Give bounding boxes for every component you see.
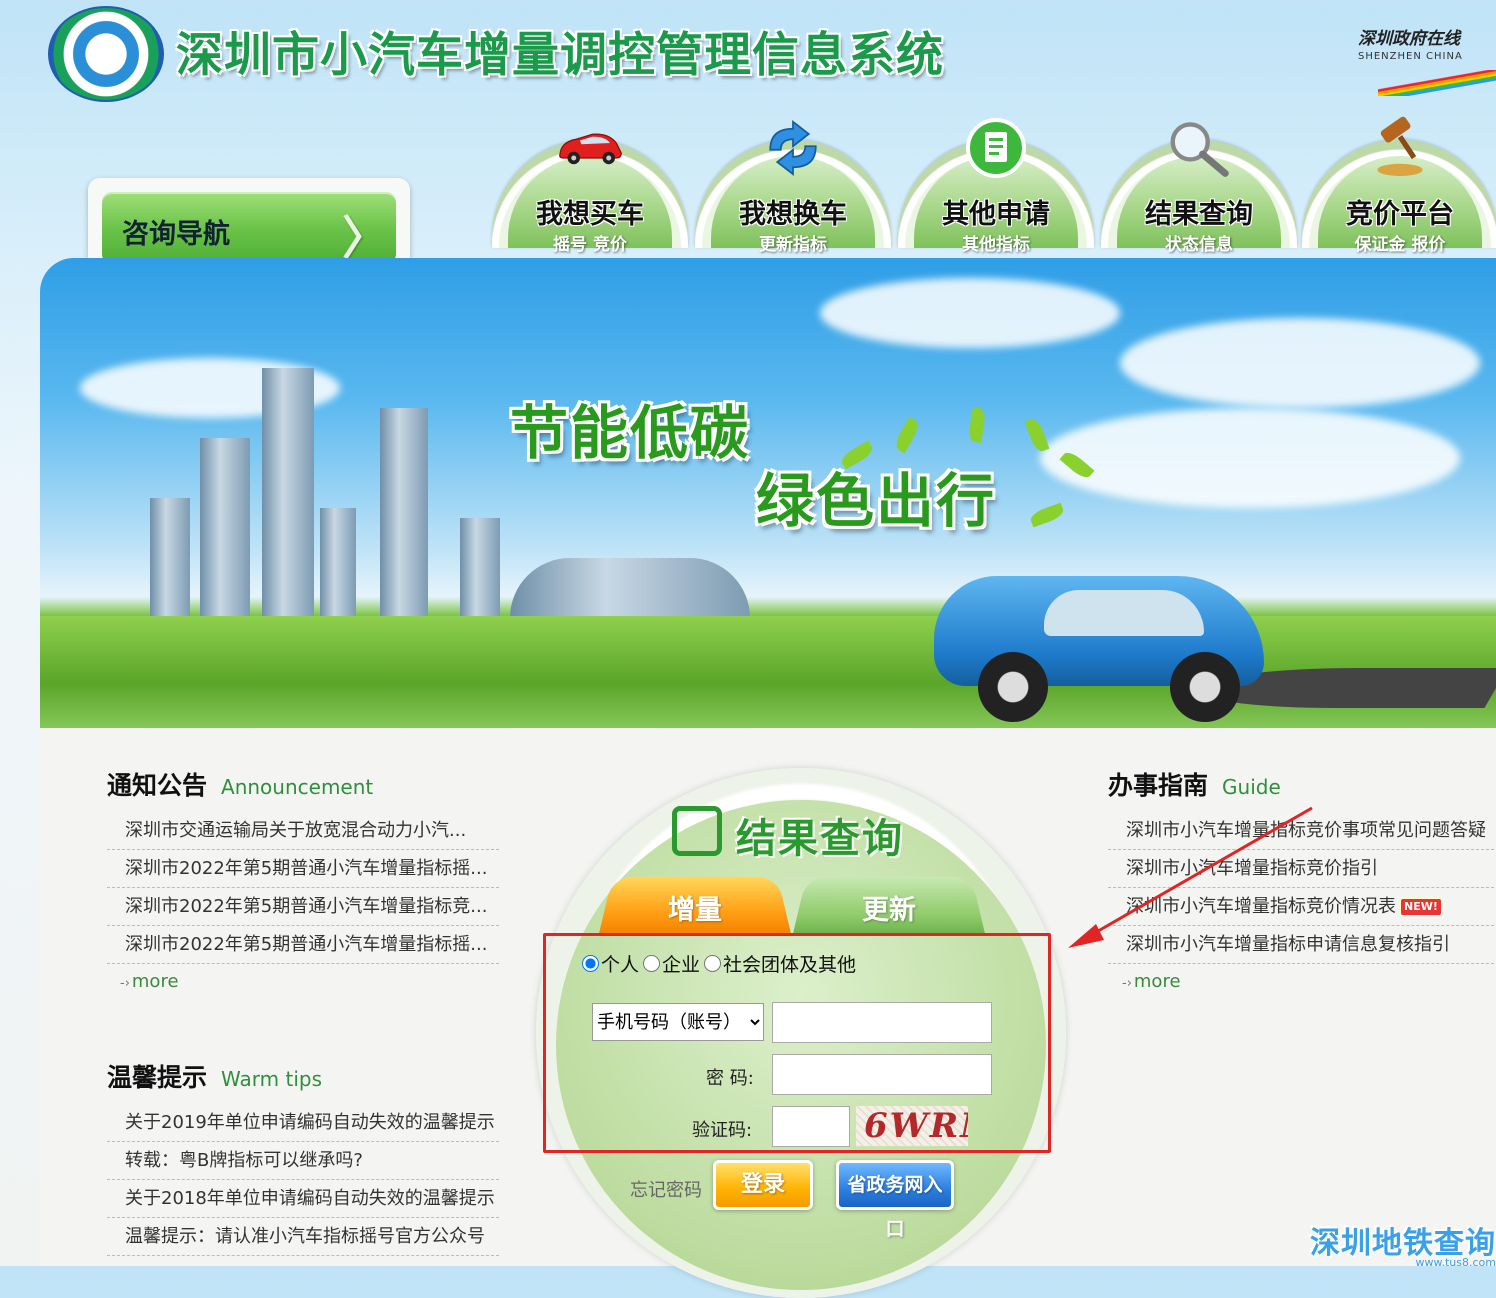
- consult-nav-button[interactable]: 咨询导航 〉: [102, 192, 396, 265]
- section-title-cn: 通知公告: [107, 771, 208, 800]
- list-item[interactable]: 关于2018年单位申请编码自动失效的温馨提示: [107, 1180, 499, 1218]
- banner-slogan-2: 绿色出行: [756, 467, 997, 535]
- shenzhen-gov-online-logo[interactable]: 深圳政府在线 SHENZHEN CHINA: [1358, 24, 1496, 96]
- hero-banner: 节能低碳 绿色出行: [40, 258, 1496, 728]
- guide-header: 办事指南 Guide: [1108, 766, 1281, 802]
- nav-title: 竞价平台: [1346, 199, 1454, 230]
- consult-nav-label: 咨询导航: [122, 219, 230, 250]
- nav-subtitle: 其他指标: [962, 235, 1030, 255]
- list-item[interactable]: 深圳市2022年第5期普通小汽车增量指标竞...: [107, 888, 499, 926]
- list-item[interactable]: 深圳市2022年第5期普通小汽车增量指标摇...: [107, 850, 499, 888]
- site-title: 深圳市小汽车增量调控管理信息系统: [176, 28, 944, 83]
- list-item[interactable]: 深圳市2022年第5期普通小汽车增量指标摇...: [107, 926, 499, 964]
- section-title-en: Announcement: [221, 775, 374, 799]
- nav-title: 我想买车: [536, 199, 644, 230]
- nav-tab-other-apply[interactable]: 其他申请 其他指标: [898, 118, 1094, 255]
- document-icon: [961, 118, 1031, 178]
- announcement-more-link[interactable]: -› more: [120, 971, 179, 992]
- guide-more-link[interactable]: -› more: [1122, 971, 1181, 992]
- more-label: more: [131, 971, 179, 992]
- login-button[interactable]: 登录: [713, 1160, 813, 1210]
- forgot-password-link[interactable]: 忘记密码: [630, 1176, 702, 1202]
- bureau-logo: [48, 6, 164, 102]
- watermark: 深圳地铁查询 www.tus8.com: [1310, 1218, 1496, 1269]
- gov-portal-button[interactable]: 省政务网入口: [836, 1160, 954, 1240]
- nav-title: 结果查询: [1145, 199, 1253, 230]
- list-item[interactable]: 深圳市交通运输局关于放宽混合动力小汽...: [107, 812, 499, 850]
- nav-subtitle: 状态信息: [1165, 235, 1233, 255]
- announcement-list: 深圳市交通运输局关于放宽混合动力小汽... 深圳市2022年第5期普通小汽车增量…: [107, 812, 499, 964]
- brand-cn: 深圳政府在线: [1358, 29, 1460, 49]
- rainbow-ribbon-icon: [1378, 70, 1496, 96]
- section-title-cn: 温馨提示: [107, 1063, 208, 1092]
- nav-subtitle: 更新指标: [759, 235, 827, 255]
- section-title-cn: 办事指南: [1108, 771, 1209, 800]
- list-item[interactable]: 关于2019年单位申请编码自动失效的温馨提示: [107, 1104, 499, 1142]
- warm-tips-list: 关于2019年单位申请编码自动失效的温馨提示 转载：粤B牌指标可以继承吗? 关于…: [107, 1104, 499, 1256]
- nav-tab-renew-car[interactable]: 我想换车 更新指标: [695, 119, 891, 255]
- nav-tab-bid-platform[interactable]: 竞价平台 保证金 报价: [1302, 116, 1496, 255]
- nav-subtitle: 摇号 竞价: [553, 235, 627, 255]
- red-car-icon: [555, 122, 625, 174]
- blue-eco-car-illustration: [934, 546, 1294, 722]
- annotation-arrow-icon: [1068, 806, 1313, 948]
- banner-slogan-1: 节能低碳: [510, 399, 751, 467]
- arrow-right-icon: -›: [120, 976, 130, 991]
- more-label: more: [1133, 971, 1181, 992]
- announcement-header: 通知公告 Announcement: [107, 766, 373, 802]
- gavel-icon: [1365, 116, 1435, 176]
- list-item[interactable]: 温馨提示：请认准小汽车指标摇号官方公众号: [107, 1218, 499, 1256]
- magnifier-icon: [1164, 122, 1234, 177]
- warm-tips-header: 温馨提示 Warm tips: [107, 1058, 322, 1094]
- list-item[interactable]: 转载：粤B牌指标可以继承吗?: [107, 1142, 499, 1180]
- query-logo-icon: [672, 806, 722, 856]
- tab-update[interactable]: 更新: [800, 888, 978, 927]
- nav-title: 我想换车: [739, 199, 847, 230]
- tab-increment[interactable]: 增量: [606, 888, 784, 927]
- nav-subtitle: 保证金 报价: [1354, 235, 1446, 255]
- section-title-en: Warm tips: [221, 1067, 322, 1091]
- refresh-arrows-icon: [758, 119, 828, 177]
- nav-title: 其他申请: [942, 199, 1050, 230]
- new-badge: NEW!: [1400, 898, 1442, 916]
- nav-tab-buy-car[interactable]: 我想买车 摇号 竞价: [492, 133, 688, 255]
- query-title: 结果查询: [736, 816, 904, 862]
- section-title-en: Guide: [1222, 775, 1281, 799]
- brand-en: SHENZHEN CHINA: [1358, 51, 1463, 62]
- arrow-right-icon: -›: [1122, 976, 1132, 991]
- highlight-annotation-box: [543, 933, 1051, 1153]
- nav-tab-result-query[interactable]: 结果查询 状态信息: [1101, 122, 1297, 255]
